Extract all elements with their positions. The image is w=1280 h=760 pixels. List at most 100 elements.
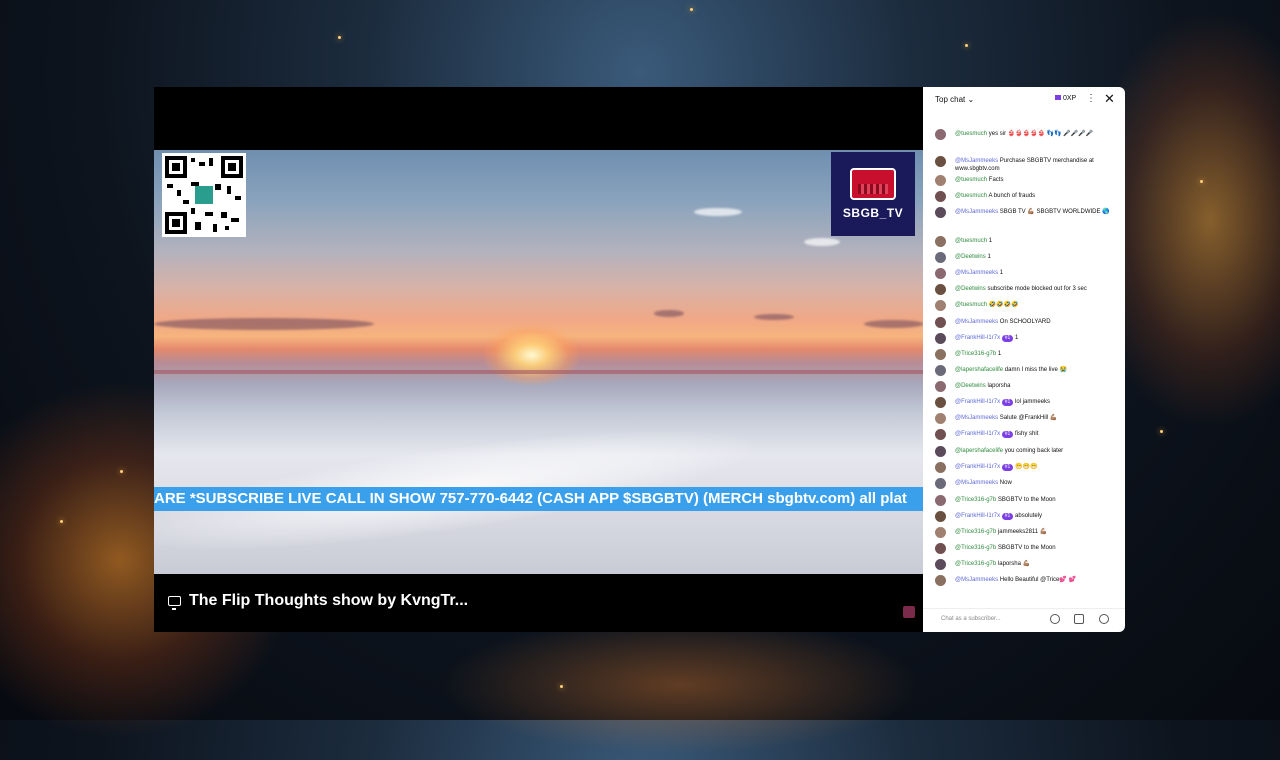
author-name[interactable]: @Trice316-g7b	[955, 529, 996, 535]
message-text: Facts	[988, 177, 1004, 183]
avatar[interactable]	[935, 381, 946, 392]
rank-badge: #1	[1001, 513, 1014, 520]
points-label: 0XP	[1063, 95, 1077, 102]
spark	[965, 44, 968, 47]
avatar[interactable]	[935, 365, 946, 376]
author-name[interactable]: @FrankHill-I1r7x	[955, 399, 1000, 405]
avatar[interactable]	[935, 333, 946, 344]
author-name[interactable]: @Deetwins	[955, 286, 986, 292]
author-name[interactable]: @tuesmuch	[955, 302, 987, 308]
avatar[interactable]	[935, 191, 946, 202]
author-name[interactable]: @tuesmuch	[955, 131, 987, 137]
message-body: @FrankHill-I1r7x #1 lol jammeeks	[955, 399, 1115, 407]
heart-icon[interactable]	[1099, 614, 1109, 624]
close-icon[interactable]: ✕	[1104, 91, 1115, 107]
avatar[interactable]	[935, 462, 946, 473]
message-text: Salute @FrankHill 💪🏽	[999, 415, 1058, 421]
author-name[interactable]: @Trice316-g7b	[955, 545, 996, 551]
logo-text: SBGB_TV	[842, 206, 904, 220]
author-name[interactable]: @tuesmuch	[955, 193, 987, 199]
avatar[interactable]	[935, 317, 946, 328]
avatar[interactable]	[935, 429, 946, 440]
author-name[interactable]: @FrankHill-I1r7x	[955, 464, 1000, 470]
background-glow-bottom	[420, 610, 940, 760]
qr-code	[162, 153, 246, 237]
rank-badge: #1	[1001, 399, 1014, 406]
author-name[interactable]: @MsJammeeks	[955, 319, 998, 325]
video-player[interactable]: SBGB_TV ARE *SUBSCRIBE LIVE CALL IN SHOW…	[154, 87, 923, 632]
message-body: @FrankHill-I1r7x #1 1	[955, 335, 1115, 343]
avatar[interactable]	[935, 349, 946, 360]
avatar[interactable]	[935, 268, 946, 279]
author-name[interactable]: @FrankHill-I1r7x	[955, 431, 1000, 437]
author-name[interactable]: @tuesmuch	[955, 238, 987, 244]
message-text: lol jammeeks	[1015, 399, 1051, 405]
avatar[interactable]	[935, 300, 946, 311]
top-chat-dropdown[interactable]: Top chat ⌄	[935, 95, 974, 104]
author-name[interactable]: @MsJammeeks	[955, 577, 998, 583]
author-name[interactable]: @Trice316-g7b	[955, 351, 996, 357]
author-name[interactable]: @Deetwins	[955, 254, 986, 260]
author-name[interactable]: @lapershafacelife	[955, 367, 1003, 373]
avatar[interactable]	[935, 495, 946, 506]
author-name[interactable]: @tuesmuch	[955, 177, 987, 183]
avatar[interactable]	[935, 156, 946, 167]
avatar[interactable]	[935, 527, 946, 538]
emoji-icon[interactable]	[1050, 614, 1060, 624]
avatar[interactable]	[935, 543, 946, 554]
author-name[interactable]: @MsJammeeks	[955, 415, 998, 421]
message-text: laporsha	[987, 383, 1011, 389]
message-body: @Deetwins 1	[955, 254, 1115, 262]
spark	[1200, 180, 1203, 183]
avatar[interactable]	[935, 575, 946, 586]
author-name[interactable]: @Trice316-g7b	[955, 497, 996, 503]
message-body: @Trice316-g7b SBGBTV to the Moon	[955, 497, 1115, 505]
message-body: @tuesmuch yes sir 👙👙👙👙👙 👣👣 🎤🎤🎤🎤	[955, 131, 1115, 139]
cloud	[694, 208, 742, 216]
message-text: 1	[997, 351, 1002, 357]
avatar[interactable]	[935, 252, 946, 263]
author-name[interactable]: @FrankHill-I1r7x	[955, 335, 1000, 341]
author-name[interactable]: @MsJammeeks	[955, 270, 998, 276]
message-body: @tuesmuch Facts	[955, 177, 1115, 185]
message-text: jammeeks2811 💪🏽	[997, 529, 1048, 535]
stream-title[interactable]: The Flip Thoughts show by KvngTr...	[189, 592, 468, 610]
points-badge[interactable]: 0XP	[1055, 95, 1076, 102]
message-body: @MsJammeeks Salute @FrankHill 💪🏽	[955, 415, 1115, 423]
avatar[interactable]	[935, 478, 946, 489]
author-name[interactable]: @lapershafacelife	[955, 448, 1003, 454]
avatar[interactable]	[935, 207, 946, 218]
cloud	[864, 320, 923, 328]
author-name[interactable]: @MsJammeeks	[955, 480, 998, 486]
avatar[interactable]	[935, 413, 946, 424]
message-text: 1	[1015, 335, 1019, 341]
author-name[interactable]: @Deetwins	[955, 383, 986, 389]
more-options-icon[interactable]: ⋮	[1086, 93, 1096, 104]
ticker-banner: ARE *SUBSCRIBE LIVE CALL IN SHOW 757-770…	[154, 487, 923, 511]
message-text: damn I miss the live 😭	[1004, 367, 1067, 373]
chat-input[interactable]: Chat as a subscriber...	[941, 616, 1001, 622]
live-chat-panel: Top chat ⌄ 0XP ⋮ ✕ @tuesmuch yes sir 👙👙👙…	[923, 87, 1125, 632]
message-text: 🤣🤣🤣🤣	[988, 302, 1019, 308]
avatar[interactable]	[935, 446, 946, 457]
message-body: @MsJammeeks SBGB TV 💪🏽 SBGBTV WORLDWIDE …	[955, 209, 1115, 217]
avatar[interactable]	[935, 397, 946, 408]
message-body: @tuesmuch 1	[955, 238, 1115, 246]
rank-badge: #1	[1001, 431, 1014, 438]
author-name[interactable]: @FrankHill-I1r7x	[955, 513, 1000, 519]
super-chat-icon[interactable]	[1074, 614, 1084, 624]
avatar[interactable]	[935, 129, 946, 140]
author-name[interactable]: @MsJammeeks	[955, 158, 998, 164]
channel-logo: SBGB_TV	[831, 152, 915, 236]
avatar[interactable]	[935, 284, 946, 295]
tv-icon	[850, 168, 896, 200]
avatar[interactable]	[935, 559, 946, 570]
message-text: SBGB TV 💪🏽 SBGBTV WORLDWIDE 🌎	[999, 209, 1110, 215]
author-name[interactable]: @MsJammeeks	[955, 209, 998, 215]
avatar[interactable]	[935, 511, 946, 522]
author-name[interactable]: @Trice316-g7b	[955, 561, 996, 567]
avatar[interactable]	[935, 236, 946, 247]
avatar[interactable]	[935, 175, 946, 186]
spark	[60, 520, 63, 523]
cloud	[804, 238, 840, 246]
